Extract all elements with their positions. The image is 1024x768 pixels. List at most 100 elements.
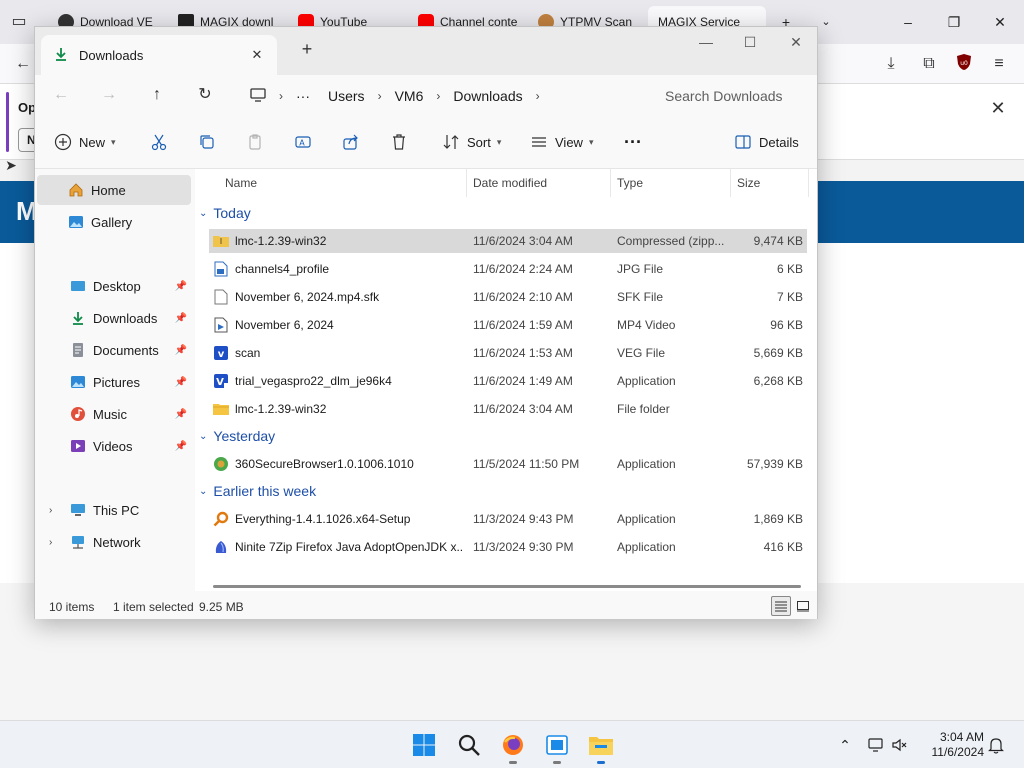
back-arrow-icon[interactable]: ←: [49, 83, 73, 107]
more-options-button[interactable]: ···: [623, 129, 643, 155]
column-header-size[interactable]: Size: [731, 169, 809, 197]
table-row[interactable]: V trial_vegaspro22_dlm_je96k4 11/6/2024 …: [209, 369, 807, 393]
up-arrow-icon[interactable]: ↑: [145, 83, 169, 107]
chevron-down-icon: ▾: [496, 136, 502, 147]
table-row[interactable]: Everything-1.4.1.1026.x64-Setup 11/3/202…: [209, 507, 807, 531]
explorer-tab[interactable]: Downloads ✕: [41, 35, 277, 75]
breadcrumb-item[interactable]: VM6: [386, 88, 433, 104]
close-icon[interactable]: ✕: [988, 10, 1012, 34]
chevron-right-icon[interactable]: ›: [49, 537, 52, 548]
close-icon[interactable]: ✕: [987, 97, 1009, 119]
new-button[interactable]: New ▾: [53, 129, 116, 155]
view-button[interactable]: View ▾: [529, 129, 593, 155]
sidebar-item-gallery[interactable]: Gallery: [37, 207, 191, 237]
group-header-yesterday[interactable]: ⌄ Yesterday: [199, 424, 275, 448]
pin-icon[interactable]: 📌: [175, 441, 187, 452]
sort-button[interactable]: Sort ▾: [441, 129, 501, 155]
close-icon[interactable]: ✕: [781, 31, 811, 53]
minimize-icon[interactable]: —: [691, 31, 721, 53]
mouse-cursor-icon: ➤: [5, 157, 17, 173]
new-button-label: New: [79, 134, 106, 150]
pin-icon[interactable]: 📌: [175, 313, 187, 324]
app-window-icon[interactable]: [543, 731, 571, 759]
sidebar-item-home[interactable]: Home: [37, 175, 191, 205]
table-row[interactable]: v scan 11/6/2024 1:53 AM VEG File 5,669 …: [209, 341, 807, 365]
breadcrumb[interactable]: › ··· Users › VM6 › Downloads ›: [241, 81, 645, 111]
sidebar-item-this-pc[interactable]: › This PC: [37, 495, 191, 525]
breadcrumb-item[interactable]: Downloads: [444, 88, 531, 104]
table-row[interactable]: lmc-1.2.39-win32 11/6/2024 3:04 AM Compr…: [209, 229, 807, 253]
details-button-label: Details: [759, 134, 799, 150]
details-pane-icon: [733, 132, 753, 152]
sidebar-item-pictures[interactable]: Pictures 📌: [37, 367, 191, 397]
volume-muted-icon[interactable]: [890, 735, 910, 755]
sidebar-item-downloads[interactable]: Downloads 📌: [37, 303, 191, 333]
forward-arrow-icon[interactable]: →: [97, 83, 121, 107]
column-header-name[interactable]: Name: [195, 169, 467, 197]
close-icon[interactable]: ✕: [249, 47, 265, 63]
details-view-button[interactable]: [771, 596, 791, 616]
tiles-view-button[interactable]: [793, 596, 813, 616]
column-header-date[interactable]: Date modified: [467, 169, 611, 197]
sidebar-item-videos[interactable]: Videos 📌: [37, 431, 191, 461]
more-icon[interactable]: ···: [287, 88, 319, 104]
windows-start-icon[interactable]: [410, 731, 438, 759]
share-button[interactable]: [341, 129, 361, 155]
search-icon[interactable]: [455, 731, 483, 759]
pin-icon[interactable]: 📌: [175, 281, 187, 292]
table-row[interactable]: November 6, 2024.mp4.sfk 11/6/2024 2:10 …: [209, 285, 807, 309]
file-date: 11/5/2024 11:50 PM: [473, 457, 580, 471]
download-icon[interactable]: ⤓: [880, 53, 902, 75]
column-header-type[interactable]: Type: [611, 169, 731, 197]
pin-icon[interactable]: 📌: [175, 345, 187, 356]
sidebar-item-desktop[interactable]: Desktop 📌: [37, 271, 191, 301]
file-name: Everything-1.4.1.1026.x64-Setup: [235, 512, 411, 526]
clock-time: 3:04 AM: [939, 730, 984, 744]
group-header-earlier-this-week[interactable]: ⌄ Earlier this week: [199, 479, 316, 503]
cut-button[interactable]: [149, 129, 169, 155]
minimize-icon[interactable]: –: [896, 10, 920, 34]
notification-bell-icon[interactable]: [986, 735, 1006, 755]
extensions-icon[interactable]: ⧉: [918, 53, 940, 75]
maximize-icon[interactable]: ❐: [942, 10, 966, 34]
sidebar-item-network[interactable]: › Network: [37, 527, 191, 557]
table-row[interactable]: lmc-1.2.39-win32 11/6/2024 3:04 AM File …: [209, 397, 807, 421]
file-date: 11/6/2024 1:49 AM: [473, 374, 573, 388]
chevron-right-icon[interactable]: ›: [49, 505, 52, 516]
sidebar-item-music[interactable]: Music 📌: [37, 399, 191, 429]
pin-icon[interactable]: 📌: [175, 409, 187, 420]
group-header-today[interactable]: ⌄ Today: [199, 201, 251, 225]
chevron-up-icon[interactable]: ⌃: [835, 735, 855, 755]
tab-list-icon[interactable]: ▭: [8, 11, 30, 33]
table-row[interactable]: November 6, 2024 11/6/2024 1:59 AM MP4 V…: [209, 313, 807, 337]
new-tab-icon[interactable]: +: [297, 39, 317, 60]
refresh-icon[interactable]: ↻: [193, 83, 217, 107]
file-name-cell: lmc-1.2.39-win32: [213, 401, 463, 417]
file-explorer-icon[interactable]: [587, 731, 615, 759]
pin-icon[interactable]: 📌: [175, 377, 187, 388]
ublock-icon[interactable]: u0: [953, 53, 975, 75]
scissors-icon: [149, 132, 169, 152]
sidebar-item-documents[interactable]: Documents 📌: [37, 335, 191, 365]
table-row[interactable]: 360SecureBrowser1.0.1006.1010 11/5/2024 …: [209, 452, 807, 476]
network-tray-icon[interactable]: [866, 735, 886, 755]
system-clock[interactable]: 3:04 AM 11/6/2024: [918, 730, 985, 760]
horizontal-scrollbar[interactable]: [213, 585, 801, 588]
table-row[interactable]: Ninite 7Zip Firefox Java AdoptOpenJDK x.…: [209, 535, 807, 559]
monitor-icon[interactable]: [241, 87, 275, 105]
maximize-icon[interactable]: ☐: [735, 31, 765, 53]
details-pane-button[interactable]: Details: [733, 129, 799, 155]
firefox-icon[interactable]: [499, 731, 527, 759]
chevron-right-icon[interactable]: ›: [532, 89, 544, 103]
delete-button[interactable]: [389, 129, 409, 155]
paste-button[interactable]: [245, 129, 265, 155]
sidebar-item-label: This PC: [93, 502, 140, 518]
back-arrow-icon[interactable]: ←: [12, 53, 34, 75]
breadcrumb-item[interactable]: Users: [319, 88, 374, 104]
table-row[interactable]: channels4_profile 11/6/2024 2:24 AM JPG …: [209, 257, 807, 281]
running-indicator: [509, 761, 517, 764]
copy-button[interactable]: [197, 129, 217, 155]
rename-button[interactable]: A: [293, 129, 313, 155]
search-input[interactable]: Search Downloads: [651, 81, 811, 111]
menu-icon[interactable]: ≡: [988, 53, 1010, 75]
